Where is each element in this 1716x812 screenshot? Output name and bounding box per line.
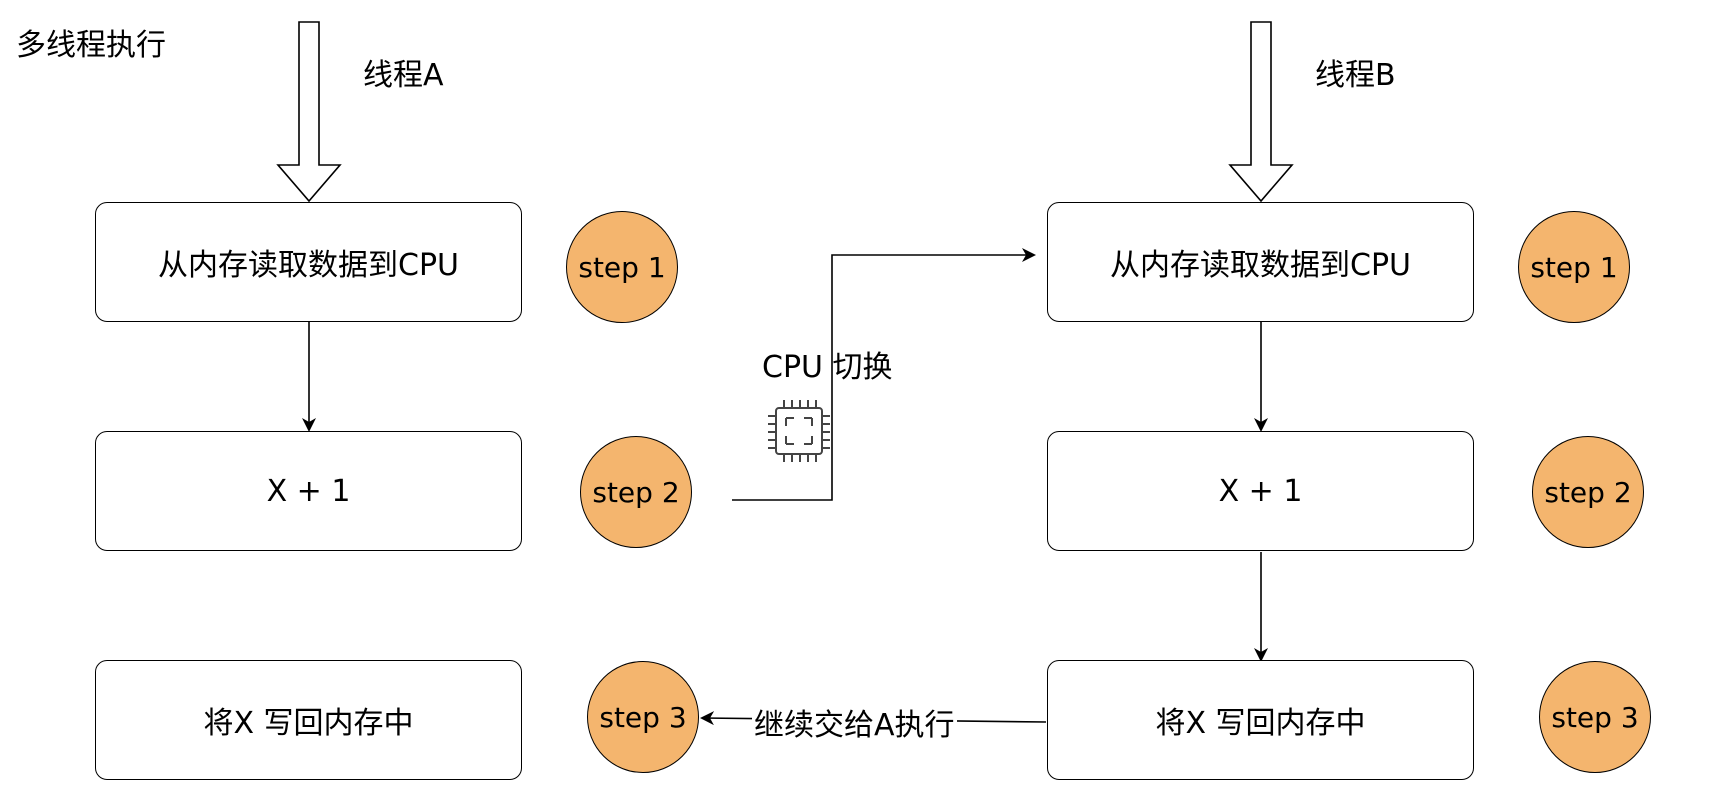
cpu-switch-label: CPU 切换 — [762, 350, 893, 385]
thread-b-label: 线程B — [1315, 58, 1396, 93]
thread-a-step-1-box: 从内存读取数据到CPU — [95, 202, 522, 322]
thread-b-step-3-badge: step 3 — [1539, 661, 1651, 773]
thread-b-entry-arrow — [1228, 21, 1294, 203]
thread-b-step-1-box: 从内存读取数据到CPU — [1047, 202, 1474, 322]
thread-a-step-2-box: X + 1 — [95, 431, 522, 551]
thread-a-step-1-badge: step 1 — [566, 211, 678, 323]
thread-b-step-2-box: X + 1 — [1047, 431, 1474, 551]
thread-a-step-2-badge: step 2 — [580, 436, 692, 548]
thread-b-step-1-badge-text: step 1 — [1530, 250, 1618, 284]
thread-b-step-1-text: 从内存读取数据到CPU — [1110, 248, 1411, 283]
thread-a-step-2-badge-text: step 2 — [592, 475, 680, 509]
thread-b-step-2-text: X + 1 — [1218, 473, 1303, 509]
thread-a-step-1-badge-text: step 1 — [578, 250, 666, 284]
thread-b-step-1-badge: step 1 — [1518, 211, 1630, 323]
thread-a-step-1-text: 从内存读取数据到CPU — [158, 248, 459, 283]
thread-b-step-3-text: 将X 写回内存中 — [1155, 706, 1366, 741]
continue-a-label: 继续交给A执行 — [752, 700, 957, 744]
thread-a-step-3-box: 将X 写回内存中 — [95, 660, 522, 780]
cpu-chip-icon — [768, 400, 830, 462]
thread-a-step-2-text: X + 1 — [266, 473, 351, 509]
thread-a-step-3-badge: step 3 — [587, 661, 699, 773]
thread-b-step-3-box: 将X 写回内存中 — [1047, 660, 1474, 780]
thread-a-step-3-text: 将X 写回内存中 — [203, 706, 414, 741]
diagram-canvas: 多线程执行 线程A 线程B 从内存读取数据到CPU X + 1 将X 写回内存中… — [0, 0, 1716, 812]
thread-a-entry-arrow — [276, 21, 342, 203]
thread-b-step-2-badge-text: step 2 — [1544, 475, 1632, 509]
thread-a-label: 线程A — [363, 58, 444, 93]
thread-b-step-3-badge-text: step 3 — [1551, 700, 1639, 734]
thread-a-step-3-badge-text: step 3 — [599, 700, 687, 734]
thread-b-step-2-badge: step 2 — [1532, 436, 1644, 548]
diagram-title: 多线程执行 — [16, 28, 166, 63]
